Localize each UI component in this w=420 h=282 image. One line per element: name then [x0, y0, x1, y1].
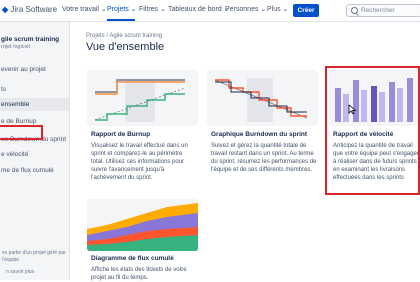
cumulative-flow-thumbnail: [87, 199, 198, 251]
report-card-cumulative-flow[interactable]: Diagramme de flux cumulé Affiche les éta…: [87, 199, 198, 281]
burnup-thumbnail: [87, 70, 198, 126]
report-card-sprint-burndown[interactable]: Graphique Burndown du sprint Suivez et g…: [207, 70, 318, 195]
card-title[interactable]: Diagramme de flux cumulé: [91, 255, 174, 262]
velocity-sidebar-highlight: [0, 125, 43, 140]
sidebar-item-velocity[interactable]: e vélocité: [0, 148, 69, 161]
create-button[interactable]: Créer: [293, 4, 319, 17]
card-title[interactable]: Rapport de vélocité: [333, 131, 393, 138]
sidebar-item-overview[interactable]: ensemble: [0, 98, 69, 111]
search-placeholder: Rechercher: [361, 7, 395, 14]
project-sidebar: gile scrum training rojet logiciel eveni…: [0, 22, 70, 280]
search-input[interactable]: Rechercher: [346, 4, 420, 17]
burndown-thumbnail: [207, 70, 318, 126]
card-title[interactable]: Graphique Burndown du sprint: [211, 131, 307, 138]
learn-more-link[interactable]: n savoir plus: [6, 269, 34, 275]
card-description: Visualisez le travail effectué dans un s…: [91, 143, 188, 181]
sidebar-item-cumulative-flow[interactable]: me de flux cumulé: [0, 164, 69, 177]
report-card-burnup[interactable]: Rapport de Burnup Visualisez le travail …: [87, 70, 198, 195]
top-navigation-bar: ◆ Jira Software Votre travail ⌄ Projets …: [0, 0, 420, 22]
nav-filters[interactable]: Filtres ⌄: [139, 5, 166, 13]
nav-your-work[interactable]: Votre travail ⌄: [62, 5, 107, 13]
sidebar-item-back-to-project[interactable]: evenir au projet: [0, 63, 69, 76]
nav-people[interactable]: Personnes ⌄: [225, 5, 266, 13]
sidebar-section-reports: ts: [1, 86, 7, 93]
jira-logo-icon: ◆: [2, 5, 9, 14]
report-card-velocity[interactable]: Rapport de vélocité Anticipez la quantit…: [329, 70, 419, 191]
card-description: Suivez et gérez la quantité totale de tr…: [211, 143, 317, 173]
active-nav-indicator: [107, 19, 135, 21]
page-title: Vue d'ensemble: [86, 41, 165, 53]
mouse-cursor-icon: [348, 104, 357, 115]
nav-projects[interactable]: Projets ⌄: [107, 5, 137, 13]
nav-more[interactable]: Plus ⌄: [267, 5, 288, 13]
sidebar-footer-text: es partie d'un projet géré par l'équipe: [2, 250, 66, 263]
product-brand[interactable]: ◆ Jira Software: [2, 5, 57, 14]
nav-dashboards[interactable]: Tableaux de bord ⌄: [168, 5, 230, 13]
project-name[interactable]: gile scrum training: [1, 36, 59, 43]
search-icon: [351, 7, 358, 14]
velocity-thumbnail: [329, 70, 418, 126]
breadcrumb[interactable]: Projets / Agile scrum training: [86, 33, 162, 39]
card-description: Anticipez la quantité de travail que vot…: [333, 143, 419, 181]
project-type: rojet logiciel: [1, 44, 31, 50]
card-title[interactable]: Rapport de Burnup: [91, 131, 150, 138]
brand-name: Jira Software: [10, 5, 58, 14]
